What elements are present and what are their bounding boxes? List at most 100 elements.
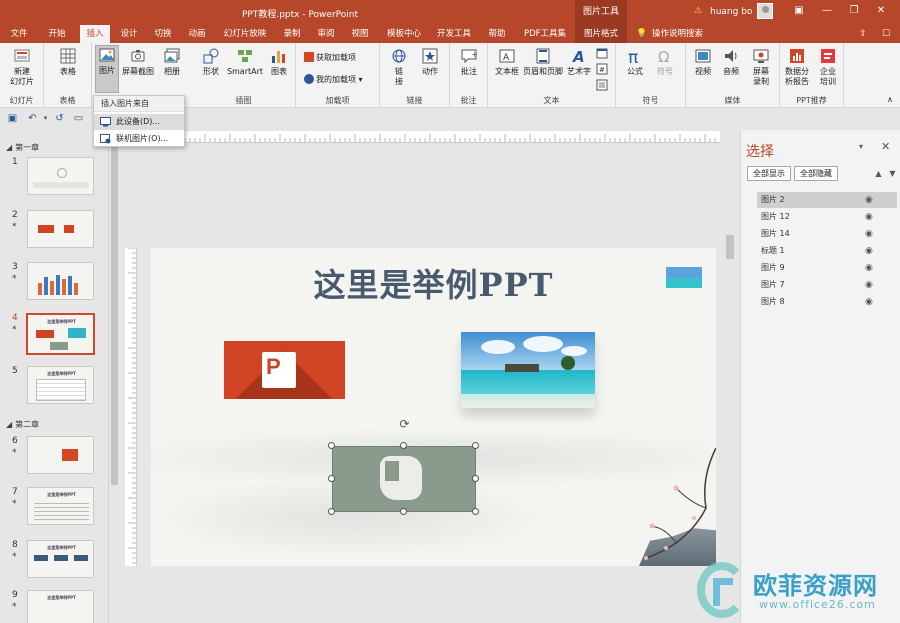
- album-button[interactable]: 相册: [158, 47, 186, 95]
- slide-thumbnail-8[interactable]: 这里是举例PPT: [27, 540, 94, 578]
- send-backward-icon[interactable]: ▼: [887, 168, 898, 179]
- symbol-button[interactable]: Ω 符号: [652, 47, 678, 95]
- tab-slideshow[interactable]: 幻灯片放映: [219, 25, 271, 43]
- tab-template-center[interactable]: 模板中心: [381, 25, 427, 43]
- screenshot-button[interactable]: 屏幕截图: [121, 47, 155, 95]
- slide-canvas[interactable]: 这里是举例PPT P ⟳: [151, 248, 716, 566]
- this-device-item[interactable]: 此设备(D)...: [94, 114, 184, 130]
- selection-item[interactable]: 图片 9 ◉: [757, 260, 897, 276]
- tab-animations[interactable]: 动画: [184, 25, 210, 43]
- slide-thumbnail-1[interactable]: [27, 157, 94, 195]
- tab-help[interactable]: 帮助: [484, 25, 510, 43]
- tab-developer[interactable]: 开发工具: [432, 25, 476, 43]
- section-header-2[interactable]: ◢ 第二章: [6, 419, 39, 430]
- show-all-button[interactable]: 全部显示: [747, 166, 791, 181]
- tab-design[interactable]: 设计: [116, 25, 142, 43]
- slide-thumbnail-5[interactable]: 这里是举例PPT: [27, 366, 94, 404]
- eye-icon[interactable]: ◉: [865, 209, 879, 225]
- selection-item[interactable]: 图片 2 ◉: [757, 192, 897, 208]
- thumbnail-scrollbar[interactable]: [108, 130, 119, 623]
- user-name[interactable]: huang bo: [710, 7, 752, 17]
- slide-thumbnail-2[interactable]: [27, 210, 94, 248]
- section-header-1[interactable]: ◢ 第一章: [6, 142, 39, 153]
- slide-title[interactable]: 这里是举例PPT: [151, 260, 716, 306]
- eye-icon[interactable]: ◉: [865, 294, 879, 310]
- rotate-handle-icon[interactable]: ⟳: [398, 418, 411, 431]
- thumbnail-scroll-thumb[interactable]: [111, 140, 118, 485]
- slide-scroll-thumb[interactable]: [726, 235, 734, 259]
- table-button[interactable]: 表格: [54, 47, 82, 95]
- avatar[interactable]: [757, 3, 773, 19]
- online-pictures-item[interactable]: 联机图片(O)...: [94, 131, 184, 147]
- tab-record[interactable]: 录制: [279, 25, 305, 43]
- chart-button[interactable]: 图表: [266, 47, 292, 95]
- resize-handle-right[interactable]: [472, 475, 479, 482]
- enterprise-training-button[interactable]: 企业 培训: [814, 47, 842, 95]
- smartart-button[interactable]: SmartArt: [226, 47, 264, 95]
- tell-me-search[interactable]: 操作说明搜索: [652, 25, 703, 43]
- slide-thumbnail-6[interactable]: [27, 436, 94, 474]
- resize-handle-left[interactable]: [328, 475, 335, 482]
- collapse-ribbon-icon[interactable]: ∧: [884, 95, 896, 105]
- powerpoint-logo-picture[interactable]: P: [224, 341, 345, 399]
- slide-thumbnail-4-current[interactable]: 这里是举例PPT: [26, 313, 95, 355]
- tab-review[interactable]: 审阅: [313, 25, 339, 43]
- selected-picture-2[interactable]: ⟳: [328, 418, 479, 515]
- pane-options-icon[interactable]: ▾: [859, 142, 863, 151]
- save-icon[interactable]: ▣: [7, 113, 18, 124]
- video-button[interactable]: 视频: [690, 47, 716, 95]
- date-time-button[interactable]: [594, 47, 610, 61]
- selection-item[interactable]: 图片 8 ◉: [757, 294, 897, 310]
- comments-icon[interactable]: ☐: [880, 28, 892, 40]
- tab-view[interactable]: 视图: [347, 25, 373, 43]
- equation-button[interactable]: π 公式: [622, 47, 648, 95]
- eye-icon[interactable]: ◉: [865, 260, 879, 276]
- share-icon[interactable]: ⇪: [857, 28, 869, 40]
- data-report-button[interactable]: 数据分 析报告: [782, 47, 812, 95]
- minimize-button[interactable]: —: [820, 4, 834, 18]
- slide-thumbnail-3[interactable]: [27, 262, 94, 300]
- selection-item[interactable]: 图片 12 ◉: [757, 209, 897, 225]
- resize-handle-bottom-left[interactable]: [328, 508, 335, 515]
- resize-handle-top-right[interactable]: [472, 442, 479, 449]
- hide-all-button[interactable]: 全部隐藏: [794, 166, 838, 181]
- tab-home[interactable]: 开始: [44, 25, 70, 43]
- beach-picture[interactable]: [461, 332, 595, 408]
- present-icon[interactable]: ▭: [73, 113, 84, 124]
- eye-icon[interactable]: ◉: [865, 192, 879, 208]
- textbox-button[interactable]: A 文本框: [492, 47, 522, 95]
- redo-icon[interactable]: ↺: [54, 113, 65, 124]
- resize-handle-top[interactable]: [400, 442, 407, 449]
- undo-dropdown-icon[interactable]: ▾: [40, 113, 51, 124]
- resize-handle-bottom[interactable]: [400, 508, 407, 515]
- tab-file[interactable]: 文件: [6, 25, 32, 43]
- selection-item[interactable]: 图片 7 ◉: [757, 277, 897, 293]
- my-addins-button[interactable]: 我的加载项 ▾: [304, 74, 363, 86]
- tab-transitions[interactable]: 切换: [150, 25, 176, 43]
- undo-icon[interactable]: ↶: [27, 113, 38, 124]
- slide-thumbnail-9[interactable]: 这里是举例PPT: [27, 590, 94, 623]
- resize-handle-bottom-right[interactable]: [472, 508, 479, 515]
- tab-pdf-tools[interactable]: PDF工具集: [519, 25, 571, 43]
- eye-icon[interactable]: ◉: [865, 226, 879, 242]
- resize-handle-top-left[interactable]: [328, 442, 335, 449]
- slide-thumbnail-7[interactable]: 这里是举例PPT: [27, 487, 94, 525]
- action-button[interactable]: 动作: [416, 47, 444, 95]
- header-footer-button[interactable]: 页眉和页脚: [522, 47, 564, 95]
- small-beach-picture[interactable]: [666, 267, 702, 288]
- slide-number-button[interactable]: #: [594, 63, 610, 77]
- object-button[interactable]: [594, 79, 610, 93]
- warning-icon[interactable]: ⚠: [694, 6, 704, 16]
- tab-insert[interactable]: 插入: [80, 25, 110, 43]
- ribbon-display-options-icon[interactable]: ▣: [792, 4, 806, 18]
- close-button[interactable]: ✕: [874, 4, 888, 18]
- close-pane-icon[interactable]: ✕: [881, 140, 890, 153]
- wordart-button[interactable]: A 艺术字: [566, 47, 592, 95]
- slide-scrollbar[interactable]: [724, 150, 736, 623]
- new-slide-button[interactable]: 新建 幻灯片: [6, 47, 38, 95]
- get-addins-button[interactable]: 获取加载项: [304, 52, 356, 64]
- bring-forward-icon[interactable]: ▲: [873, 168, 884, 179]
- comment-button[interactable]: + 批注: [455, 47, 483, 95]
- eye-icon[interactable]: ◉: [865, 277, 879, 293]
- link-button[interactable]: 链 接: [386, 47, 412, 95]
